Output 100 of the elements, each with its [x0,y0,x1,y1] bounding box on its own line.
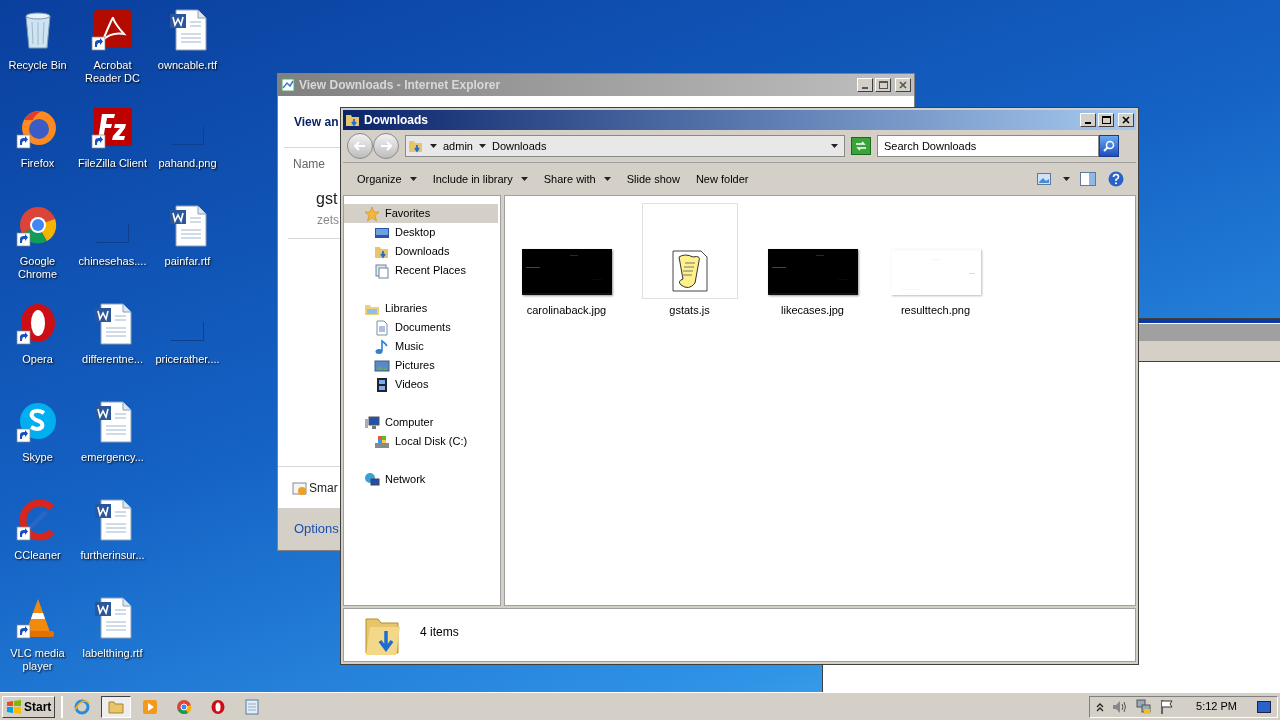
network-icon[interactable] [1136,698,1153,715]
chevron-up-icon[interactable] [1096,701,1105,712]
forward-button[interactable] [373,133,399,159]
computer-icon [364,414,380,431]
nav-item[interactable]: Videos [344,375,498,394]
film-icon [374,376,390,393]
desktop-shortcut[interactable]: FileZilla Client [75,104,150,202]
search-button[interactable] [1099,135,1119,157]
desktop-shortcut[interactable]: owncable.rtf [150,6,225,104]
desktop-shortcut[interactable]: VLC media player [0,594,75,692]
desktop-shortcut[interactable]: Acrobat Reader DC [75,6,150,104]
file-item[interactable]: likecases.jpg [751,203,874,319]
refresh-button[interactable] [851,137,871,155]
toolbar-button[interactable]: Include in library [424,167,536,191]
desktop-shortcut[interactable]: pahand.png [150,104,225,202]
caret-icon [520,177,528,181]
circle-logo-icon [176,698,193,715]
pictures-icon [374,357,390,374]
nav-item[interactable]: Downloads [344,242,498,261]
chevron-icon [478,144,486,148]
column-header: Name [293,156,325,173]
close-button[interactable] [895,78,911,92]
download-name: gst [316,189,338,209]
caret-icon [1063,177,1070,181]
toolbar-button[interactable]: Organize [349,167,425,191]
notice-text: Smar [309,479,338,497]
toolbar-button[interactable]: Slide show [618,167,688,191]
minimize-button[interactable] [857,78,873,92]
download-folder-icon [408,138,424,154]
start-button[interactable]: Start [2,695,56,718]
download-folder-icon [345,112,361,128]
desktop-shortcut[interactable]: chinesehas.... [75,202,150,300]
desktop-shortcut[interactable]: Firefox [0,104,75,202]
desktop-shortcut[interactable]: Recycle Bin [0,6,75,104]
desktop-shortcut[interactable]: Skype [0,398,75,496]
close-button[interactable] [1118,113,1134,127]
flag-icon[interactable] [1160,698,1175,715]
nav-item[interactable]: Favorites [344,204,498,223]
nav-item[interactable]: Pictures [344,356,498,375]
desktop-shortcut[interactable]: Opera [0,300,75,398]
desktop-shortcut[interactable]: painfar.rtf [150,202,225,300]
item-count: 4 items [420,624,459,641]
breadcrumb-item[interactable]: Downloads [491,137,547,155]
dropdown-icon [831,144,838,148]
desktop-shortcut[interactable]: furtherinsur... [75,496,150,594]
speaker-icon[interactable] [1112,699,1129,714]
desktop-shortcut[interactable]: differentne... [75,300,150,398]
nav-item[interactable]: Libraries [344,299,498,318]
toolbar-button[interactable]: New folder [687,167,757,191]
back-button[interactable] [347,133,373,159]
notepad-icon [244,698,261,715]
media-player-icon [142,698,159,715]
show-desktop-icon[interactable] [1257,700,1271,713]
maximize-button[interactable] [1098,113,1114,127]
nav-item[interactable]: Documents [344,318,498,337]
maximize-button[interactable] [875,78,891,92]
view-icon [1037,173,1051,185]
dialog-heading: View an [294,114,339,131]
desktop-shortcut[interactable]: pricerather.... [150,300,225,398]
maximize-icon [878,81,888,89]
back-arrow-icon [354,141,366,151]
desktop-shortcut[interactable]: labelthing.rtf [75,594,150,692]
address-bar[interactable]: admin Downloads [405,135,845,157]
download-source: zets [317,212,339,229]
search-field[interactable]: Search Downloads [877,135,1099,157]
toolbar-button[interactable]: Share with [535,167,619,191]
nav-item[interactable]: Computer [344,413,498,432]
recent-places-icon [374,262,390,279]
minimize-button[interactable] [1080,113,1096,127]
file-item[interactable]: carolinaback.jpg [505,203,628,319]
document-icon [374,319,390,336]
nav-item[interactable]: Desktop [344,223,498,242]
search-icon [1103,140,1115,152]
folder-icon [108,698,125,715]
desktop-shortcut[interactable]: CCleaner [0,496,75,594]
nav-item[interactable]: Recent Places [344,261,498,280]
hard-disk-icon [374,433,390,450]
chevron-icon [430,144,437,148]
maximize-icon [1101,116,1111,124]
close-icon [1122,116,1130,124]
nav-item[interactable]: Music [344,337,498,356]
star-icon [364,205,380,222]
network-icon [364,471,380,488]
taskbar-button[interactable] [101,695,132,718]
nav-item[interactable]: Local Disk (C:) [344,432,498,451]
caret-icon [409,177,417,181]
refresh-icon [854,141,868,151]
window-title: View Downloads - Internet Explorer [299,77,502,94]
desktop-shortcut[interactable]: Google Chrome [0,202,75,300]
options-link[interactable]: Options [294,519,339,539]
desktop-shortcut[interactable]: emergency... [75,398,150,496]
window-title: Downloads [364,112,429,129]
ring-logo-icon [210,698,227,715]
close-icon [899,81,907,89]
caret-icon [603,177,611,181]
breadcrumb-item[interactable]: admin [443,137,473,155]
nav-item[interactable]: Network [344,470,498,489]
forward-arrow-icon [380,141,392,151]
file-item[interactable]: resulttech.png [874,203,997,319]
clock[interactable]: 5:12 PM [1196,698,1237,715]
